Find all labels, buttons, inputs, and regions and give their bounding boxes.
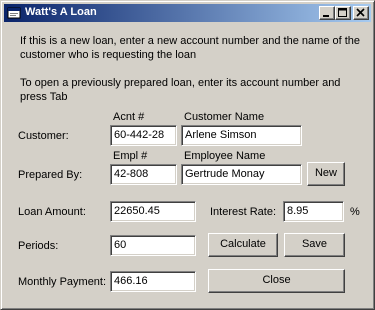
customer-name-field[interactable]: Arlene Simson [181, 125, 302, 146]
close-window-button[interactable] [353, 6, 369, 20]
loan-window: Watt's A Loan If this is a new loan, ent… [0, 0, 375, 310]
loan-amount-label: Loan Amount: [18, 206, 86, 218]
open-loan-instructions: To open a previously prepared loan, ente… [20, 77, 341, 103]
percent-sign: % [350, 206, 360, 218]
app-icon [6, 5, 22, 21]
employee-name-header: Employee Name [184, 150, 266, 162]
account-number-field[interactable]: 60-442-28 [110, 125, 177, 146]
periods-field[interactable]: 60 [110, 235, 196, 256]
minimize-button[interactable] [319, 6, 335, 20]
interest-rate-label: Interest Rate: [210, 206, 277, 218]
monthly-payment-label: Monthly Payment: [18, 276, 107, 288]
interest-rate-field[interactable]: 8.95 [283, 201, 344, 222]
new-loan-instructions: If this is a new loan, enter a new accou… [20, 35, 360, 61]
prepared-by-label: Prepared By: [18, 169, 83, 181]
empl-number-header: Empl # [113, 150, 148, 162]
maximize-button[interactable] [335, 6, 351, 20]
monthly-payment-field[interactable]: 466.16 [110, 271, 196, 292]
loan-amount-field[interactable]: 22650.45 [110, 201, 196, 222]
title-bar[interactable]: Watt's A Loan [4, 4, 371, 22]
customer-label: Customer: [18, 130, 69, 142]
customer-name-header: Customer Name [184, 111, 265, 123]
periods-label: Periods: [18, 240, 59, 252]
employee-number-field[interactable]: 42-808 [110, 164, 177, 185]
calculate-button[interactable]: Calculate [208, 233, 278, 257]
window-title: Watt's A Loan [25, 6, 97, 18]
new-employee-button[interactable]: New [307, 162, 345, 186]
close-button[interactable]: Close [208, 269, 345, 293]
employee-name-field[interactable]: Gertrude Monay [181, 164, 302, 185]
save-button[interactable]: Save [284, 233, 345, 257]
acnt-number-header: Acnt # [113, 111, 145, 123]
